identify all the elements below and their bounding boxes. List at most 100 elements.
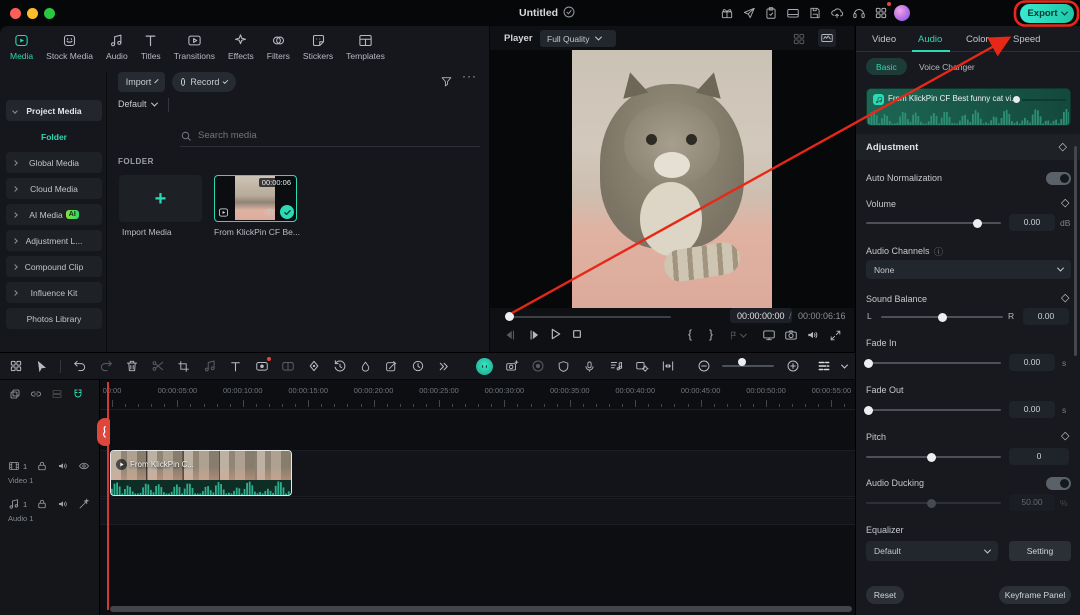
redo-icon[interactable] <box>98 359 113 374</box>
timeline-ruler[interactable]: 00:0000:00:05:0000:00:10:0000:00:15:0000… <box>100 380 855 410</box>
audio-track-lane[interactable] <box>100 498 855 525</box>
zoom-slider-handle[interactable] <box>738 358 746 366</box>
layer-manager-icon[interactable] <box>51 388 63 400</box>
preview-volume-icon[interactable] <box>804 326 822 344</box>
media-clip-thumbnail[interactable]: 00:00:06 <box>214 175 297 222</box>
tab-speed[interactable]: Speed <box>1013 34 1040 45</box>
playhead-handle[interactable] <box>97 418 110 446</box>
layout-icon[interactable] <box>784 4 801 21</box>
search-media-field[interactable] <box>180 125 480 147</box>
snapshot-icon[interactable] <box>782 326 800 344</box>
adjustment-section-header[interactable]: Adjustment ◇ <box>856 134 1080 160</box>
pitch-keyframe-icon[interactable]: ◇ <box>1061 431 1069 441</box>
undo-icon[interactable] <box>72 359 87 374</box>
split-view-icon[interactable] <box>280 359 295 374</box>
display-device-icon[interactable] <box>760 326 778 344</box>
sound-balance-value[interactable]: 0.00 <box>1023 308 1069 325</box>
select-cursor-icon[interactable] <box>34 359 49 374</box>
reset-button[interactable]: Reset <box>866 586 904 604</box>
user-avatar[interactable] <box>894 5 910 21</box>
paste-icon[interactable] <box>9 388 21 400</box>
zoom-in-icon[interactable] <box>785 359 800 374</box>
tab-transitions[interactable]: Transitions <box>174 30 215 70</box>
pitch-value[interactable]: 0 <box>1009 448 1069 465</box>
mark-out-icon[interactable]: } <box>709 327 713 341</box>
sidebar-item-project-media[interactable]: Project Media <box>6 100 102 121</box>
audio-ducking-slider[interactable] <box>866 502 1001 504</box>
macos-close-button[interactable] <box>10 8 21 19</box>
tab-templates[interactable]: Templates <box>346 30 385 70</box>
support-headset-icon[interactable] <box>850 4 867 21</box>
save-icon[interactable] <box>806 4 823 21</box>
gift-icon[interactable] <box>718 4 735 21</box>
speed-ramp-icon[interactable] <box>332 359 347 374</box>
fullscreen-icon[interactable] <box>826 326 844 344</box>
sidebar-item-compound-clip[interactable]: Compound Clip <box>6 256 102 277</box>
lock-track-icon[interactable] <box>36 498 48 510</box>
next-frame-icon[interactable] <box>525 326 543 344</box>
volume-value[interactable]: 0.00 <box>1009 214 1055 231</box>
volume-slider[interactable] <box>866 222 1001 224</box>
share-icon[interactable] <box>740 4 757 21</box>
chevron-down-icon[interactable] <box>841 361 848 368</box>
timeline-horizontal-scrollbar[interactable] <box>110 606 852 612</box>
subtab-voice-changer[interactable]: Voice Changer <box>919 62 975 72</box>
sort-dropdown[interactable]: Default <box>118 99 157 109</box>
sidebar-item-photos-library[interactable]: Photos Library <box>6 308 102 329</box>
sound-balance-handle[interactable] <box>938 313 947 322</box>
apps-grid-icon[interactable] <box>872 4 889 21</box>
screen-record-icon[interactable] <box>504 359 519 374</box>
task-list-icon[interactable] <box>762 4 779 21</box>
edit-properties-icon[interactable] <box>384 359 399 374</box>
more-options-icon[interactable]: ··· <box>462 69 477 83</box>
import-media-tile[interactable]: + <box>119 175 202 222</box>
playhead-line[interactable] <box>107 382 109 610</box>
snap-magnet-icon[interactable] <box>72 388 84 400</box>
sidebar-item-ai-media[interactable]: AI MediaAI <box>6 204 102 225</box>
sidebar-item-global-media[interactable]: Global Media <box>6 152 102 173</box>
mute-track-icon[interactable] <box>57 498 69 510</box>
tab-stickers[interactable]: Stickers <box>303 30 333 70</box>
tab-color[interactable]: Color <box>966 34 989 45</box>
equalizer-setting-button[interactable]: Setting <box>1009 541 1071 561</box>
track-manager-icon[interactable] <box>816 359 831 374</box>
sidebar-item-cloud-media[interactable]: Cloud Media <box>6 178 102 199</box>
search-input[interactable] <box>198 130 438 141</box>
pitch-handle[interactable] <box>927 453 936 462</box>
mask-tool-icon[interactable] <box>254 359 269 374</box>
fade-out-handle[interactable] <box>864 406 873 415</box>
macos-zoom-button[interactable] <box>44 8 55 19</box>
sound-balance-slider[interactable] <box>881 316 1003 318</box>
delete-icon[interactable] <box>124 359 139 374</box>
keyframe-diamond-icon[interactable]: ◇ <box>1059 142 1067 152</box>
sidebar-item-adjustment-layer[interactable]: Adjustment L... <box>6 230 102 251</box>
split-scissors-icon[interactable] <box>150 359 165 374</box>
audio-channels-dropdown[interactable]: None <box>866 260 1071 279</box>
cloud-upload-icon[interactable] <box>828 4 845 21</box>
fade-out-slider[interactable] <box>866 409 1001 411</box>
microphone-icon[interactable] <box>582 359 597 374</box>
voice-icon[interactable] <box>78 498 90 510</box>
duration-icon[interactable] <box>410 359 425 374</box>
equalizer-preset-dropdown[interactable]: Default <box>866 541 998 561</box>
export-button[interactable]: Export <box>1020 4 1074 23</box>
tab-stock-media[interactable]: Stock Media <box>46 30 93 70</box>
render-settings-icon[interactable] <box>634 359 649 374</box>
multi-view-icon[interactable] <box>790 30 808 48</box>
mark-in-icon[interactable]: { <box>688 327 692 341</box>
timeline-zoom-slider[interactable] <box>722 362 774 371</box>
fade-in-value[interactable]: 0.00 <box>1009 354 1055 371</box>
seekbar-handle[interactable] <box>505 312 514 321</box>
timeline-clip[interactable]: From KlickPin C... <box>110 450 292 496</box>
record-voiceover-icon[interactable] <box>530 359 545 374</box>
tab-audio[interactable]: Audio <box>918 34 942 45</box>
auto-normalization-toggle[interactable] <box>1046 172 1071 185</box>
mute-track-icon[interactable] <box>57 460 69 472</box>
fade-in-slider[interactable] <box>866 362 1001 364</box>
link-clips-icon[interactable] <box>30 388 42 400</box>
subtab-basic[interactable]: Basic <box>866 58 907 75</box>
stop-icon[interactable] <box>568 325 586 343</box>
tab-titles[interactable]: Titles <box>141 30 161 70</box>
audio-stretch-icon[interactable] <box>202 359 217 374</box>
lock-track-icon[interactable] <box>36 460 48 472</box>
